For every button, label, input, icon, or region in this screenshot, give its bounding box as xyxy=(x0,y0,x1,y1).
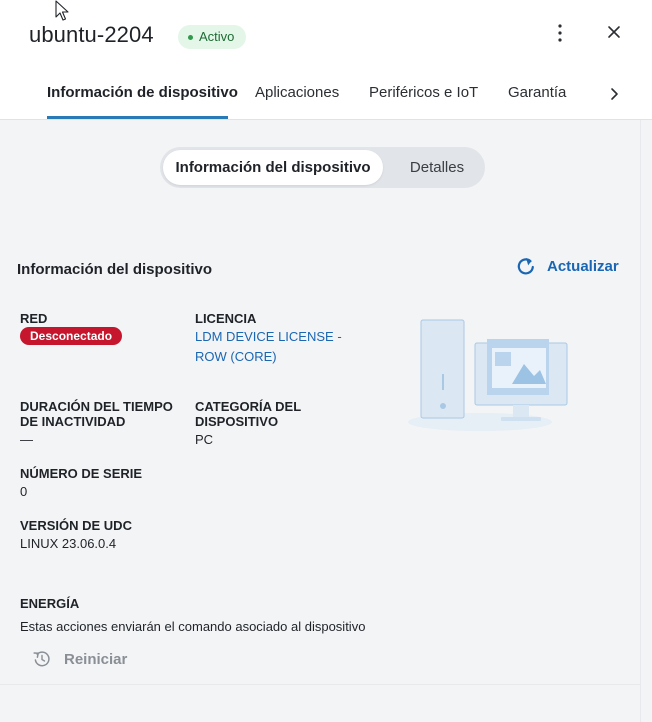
toggle-details[interactable]: Detalles xyxy=(392,150,482,185)
kebab-menu-icon[interactable] xyxy=(550,20,570,46)
idle-duration-value: — xyxy=(20,432,33,447)
network-status-badge: Desconectado xyxy=(20,327,123,345)
device-title: ubuntu-2204 xyxy=(29,22,154,47)
mouse-pointer-icon xyxy=(55,0,69,21)
udc-version-value: LINUX 23.06.0.4 xyxy=(20,536,117,551)
status-badge: Activo xyxy=(178,25,247,49)
tab-warranty[interactable]: Garantía xyxy=(508,84,566,101)
section-title: Información del dispositivo xyxy=(17,261,213,278)
active-tab-indicator xyxy=(47,116,228,119)
status-dot-icon xyxy=(188,34,193,40)
panel-edge xyxy=(640,120,641,722)
tab-device-info[interactable]: Información de dispositivo xyxy=(47,84,238,101)
status-badge-label: Activo xyxy=(199,29,235,44)
license-label: LICENCIA xyxy=(195,311,257,326)
refresh-button[interactable]: Actualizar xyxy=(515,255,619,277)
energy-description: Estas acciones enviarán el comando asoci… xyxy=(20,619,366,634)
restart-label: Reiniciar xyxy=(64,650,128,668)
refresh-label: Actualizar xyxy=(547,257,619,275)
tab-bar: Información de dispositivo Aplicaciones … xyxy=(0,76,652,120)
device-detail-panel: ubuntu-2204 Activo Información de dispos… xyxy=(0,0,652,722)
tab-applications[interactable]: Aplicaciones xyxy=(255,84,339,101)
energy-section-title: ENERGÍA xyxy=(20,596,80,611)
refresh-icon xyxy=(517,258,534,275)
tab-peripherals-iot[interactable]: Periféricos e IoT xyxy=(369,84,478,101)
close-icon[interactable] xyxy=(602,20,626,44)
divider xyxy=(0,684,640,685)
license-value-line2[interactable]: ROW (CORE) xyxy=(195,347,277,367)
panel-header: ubuntu-2204 Activo Información de dispos… xyxy=(0,0,652,120)
idle-duration-label-line2: DE INACTIVIDAD xyxy=(20,414,126,429)
desktop-computer-illustration xyxy=(408,319,568,431)
device-category-label-line1: CATEGORÍA DEL xyxy=(195,399,302,414)
restart-icon xyxy=(33,651,50,667)
idle-duration-label-line1: DURACIÓN DEL TIEMPO xyxy=(20,399,173,414)
restart-button[interactable]: Reiniciar xyxy=(32,649,127,669)
license-value-line1[interactable]: LDM DEVICE LICENSE - xyxy=(195,327,342,347)
device-category-value: PC xyxy=(195,432,214,447)
serial-number-value: 0 xyxy=(20,484,28,499)
view-toggle: Información del dispositivo Detalles xyxy=(160,147,485,188)
toggle-device-info[interactable]: Información del dispositivo xyxy=(163,150,383,185)
device-category-label-line2: DISPOSITIVO xyxy=(195,414,279,429)
network-label: RED xyxy=(20,311,48,326)
udc-version-label: VERSIÓN DE UDC xyxy=(20,518,132,533)
chevron-right-icon[interactable] xyxy=(604,84,624,104)
serial-number-label: NÚMERO DE SERIE xyxy=(20,466,143,481)
